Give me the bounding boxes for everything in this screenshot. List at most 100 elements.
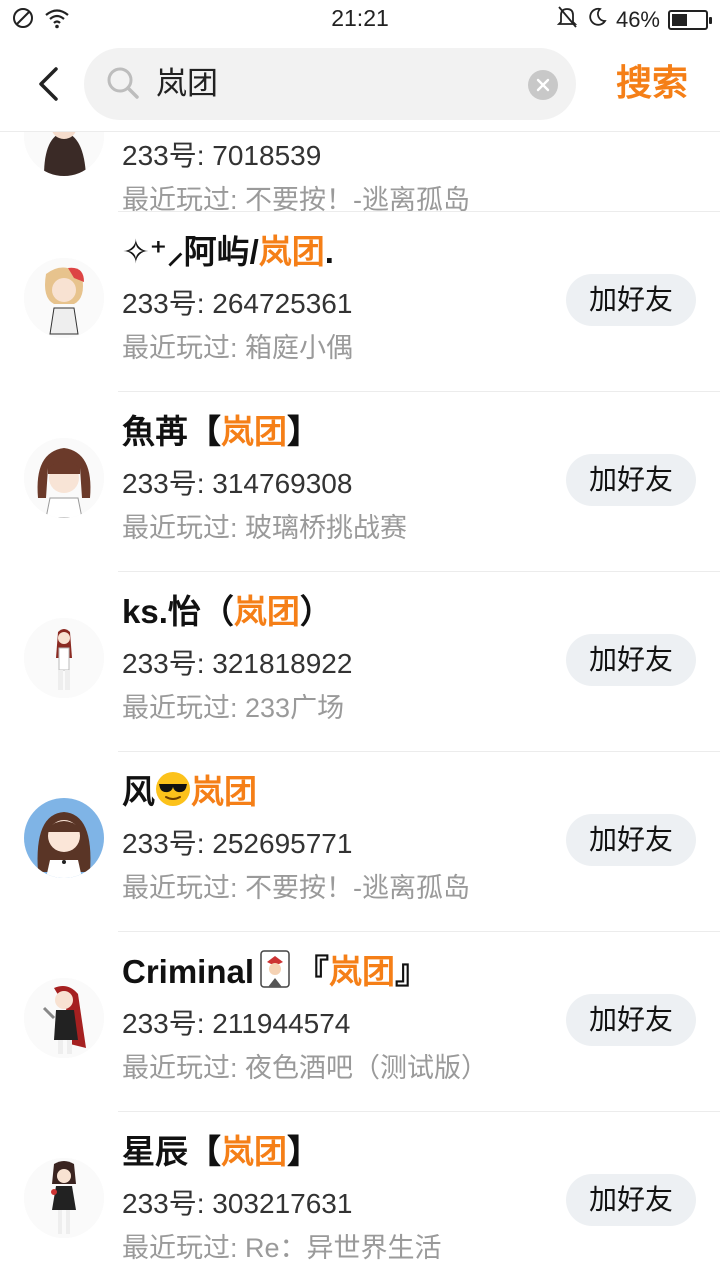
name-highlight: 岚团: [221, 1133, 287, 1170]
name-suffix: 】: [287, 413, 320, 450]
user-uid: 233号: 211944574: [122, 1006, 350, 1042]
search-icon: [106, 66, 140, 105]
list-item[interactable]: 星辰【岚团】 233号: 303217631 最近玩过: Re：异世界生活 加好…: [0, 1112, 720, 1280]
user-name: 魚苒【岚团】: [122, 410, 320, 454]
user-uid: 233号: 314769308: [122, 466, 352, 502]
user-recent: 最近玩过: 箱庭小偶: [122, 330, 353, 366]
recent-label: 最近玩过:: [122, 1233, 246, 1263]
moon-icon: [586, 6, 608, 34]
avatar: [24, 978, 104, 1058]
recent-game: Re：异世界生活: [245, 1233, 442, 1263]
mute-bell-icon: [556, 5, 578, 35]
clear-search-button[interactable]: [528, 70, 558, 100]
user-uid: 233号: 321818922: [122, 646, 352, 682]
back-button[interactable]: [28, 64, 68, 104]
avatar: [24, 132, 104, 176]
user-recent: 最近玩过: 玻璃桥挑战赛: [122, 510, 407, 546]
recent-game: 玻璃桥挑战赛: [245, 513, 408, 543]
name-text: Criminal: [122, 953, 255, 991]
uid-label: 233号:: [122, 828, 213, 859]
name-text: 风: [122, 773, 155, 810]
list-item[interactable]: ks.怡（岚团） 233号: 321818922 最近玩过: 233广场 加好友: [0, 572, 720, 752]
recent-label: 最近玩过:: [122, 513, 246, 543]
recent-label: 最近玩过:: [122, 1053, 246, 1083]
add-friend-button[interactable]: 加好友: [566, 634, 696, 686]
user-name: ks.怡（岚团）: [122, 590, 333, 634]
name-highlight: 岚团: [329, 953, 396, 991]
name-text: ks.怡（: [122, 593, 234, 630]
status-bar: 21:21 46%: [0, 0, 720, 38]
name-highlight: 岚团: [191, 773, 257, 810]
user-uid: 233号: 303217631: [122, 1186, 352, 1222]
list-item[interactable]: ✧⁺⸝阿屿/岚团. 233号: 264725361 最近玩过: 箱庭小偶 加好友: [0, 212, 720, 392]
search-query: 岚团: [156, 66, 218, 101]
status-right: 46%: [556, 5, 712, 35]
chevron-left-icon: [39, 67, 58, 101]
user-recent: 最近玩过: 233广场: [122, 690, 344, 726]
add-friend-button[interactable]: 加好友: [566, 1174, 696, 1226]
user-uid: 233号: 252695771: [122, 826, 352, 862]
search-button[interactable]: 搜索: [616, 58, 688, 108]
uid-label: 233号:: [122, 1188, 213, 1219]
search-input[interactable]: 岚团: [84, 48, 576, 120]
uid-value: 321818922: [212, 648, 353, 679]
list-item[interactable]: Criminal 『岚团』 233号: 211944574 最近玩过: 夜色酒吧（…: [0, 932, 720, 1112]
recent-label: 最近玩过:: [122, 333, 246, 363]
uid-value: 211944574: [212, 1008, 351, 1039]
user-recent: 最近玩过: 夜色酒吧（测试版）: [122, 1050, 488, 1086]
user-uid: 233号: 264725361: [122, 286, 352, 322]
list-item[interactable]: 风岚团 233号: 252695771 最近玩过: 不要按！-逃离孤岛 加好友: [0, 752, 720, 932]
name-text: ✧⁺⸝阿屿/: [122, 233, 259, 270]
recent-game: 夜色酒吧（测试版）: [245, 1053, 489, 1083]
battery-icon: [668, 10, 712, 30]
add-friend-button[interactable]: 加好友: [566, 814, 696, 866]
name-suffix: ）: [299, 593, 333, 630]
list-item-partial[interactable]: 233号: 7018539 最近玩过: 不要按！-逃离孤岛: [0, 132, 720, 215]
name-text: 星辰【: [122, 1133, 221, 1170]
user-recent: 最近玩过: Re：异世界生活: [122, 1230, 442, 1266]
user-name: 风岚团: [122, 770, 257, 818]
user-uid: 233号: 7018539: [122, 140, 322, 171]
recent-game: 不要按！-逃离孤岛: [245, 873, 471, 903]
uid-label: 233号:: [122, 1008, 213, 1039]
user-name: Criminal 『岚团』: [122, 950, 428, 999]
user-recent: 最近玩过: 不要按！-逃离孤岛: [122, 870, 470, 906]
name-text: 魚苒【: [122, 413, 221, 450]
recent-game: 233广场: [245, 693, 345, 723]
user-result-list[interactable]: 233号: 7018539 最近玩过: 不要按！-逃离孤岛 ✧⁺⸝阿屿/岚团. …: [0, 132, 720, 1280]
uid-value: 264725361: [212, 288, 353, 319]
battery-percent: 46%: [615, 7, 660, 32]
avatar: [24, 258, 104, 338]
search-header: 岚团 搜索: [0, 38, 720, 132]
avatar: [24, 618, 104, 698]
uid-value: 252695771: [212, 828, 353, 859]
recent-game: 箱庭小偶: [245, 333, 354, 363]
add-friend-button[interactable]: 加好友: [566, 274, 696, 326]
add-friend-button[interactable]: 加好友: [566, 454, 696, 506]
uid-label: 233号:: [122, 468, 213, 499]
name-suffix: .: [324, 233, 334, 270]
user-name: ✧⁺⸝阿屿/岚团.: [122, 230, 334, 274]
sunglasses-emoji: [155, 771, 191, 818]
name-suffix: 】: [287, 1133, 320, 1170]
avatar: [24, 1158, 104, 1238]
name-bracket-open: 『: [296, 953, 330, 991]
avatar: [24, 798, 104, 878]
list-item[interactable]: 魚苒【岚团】 233号: 314769308 最近玩过: 玻璃桥挑战赛 加好友: [0, 392, 720, 572]
uid-label: 233号:: [122, 648, 213, 679]
battery-fill: [672, 14, 687, 26]
recent-label: 最近玩过:: [122, 693, 246, 723]
add-friend-button[interactable]: 加好友: [566, 994, 696, 1046]
close-icon: [536, 78, 550, 92]
uid-value: 314769308: [212, 468, 353, 499]
uid-value: 303217631: [212, 1188, 353, 1219]
joker-card-emoji: [260, 950, 290, 999]
name-highlight: 岚团: [233, 593, 300, 630]
avatar: [24, 438, 104, 518]
recent-label: 最近玩过:: [122, 873, 246, 903]
name-highlight: 岚团: [258, 233, 325, 270]
user-name: 星辰【岚团】: [122, 1130, 320, 1174]
name-highlight: 岚团: [221, 413, 287, 450]
name-suffix: 』: [395, 953, 429, 991]
uid-label: 233号:: [122, 288, 213, 319]
